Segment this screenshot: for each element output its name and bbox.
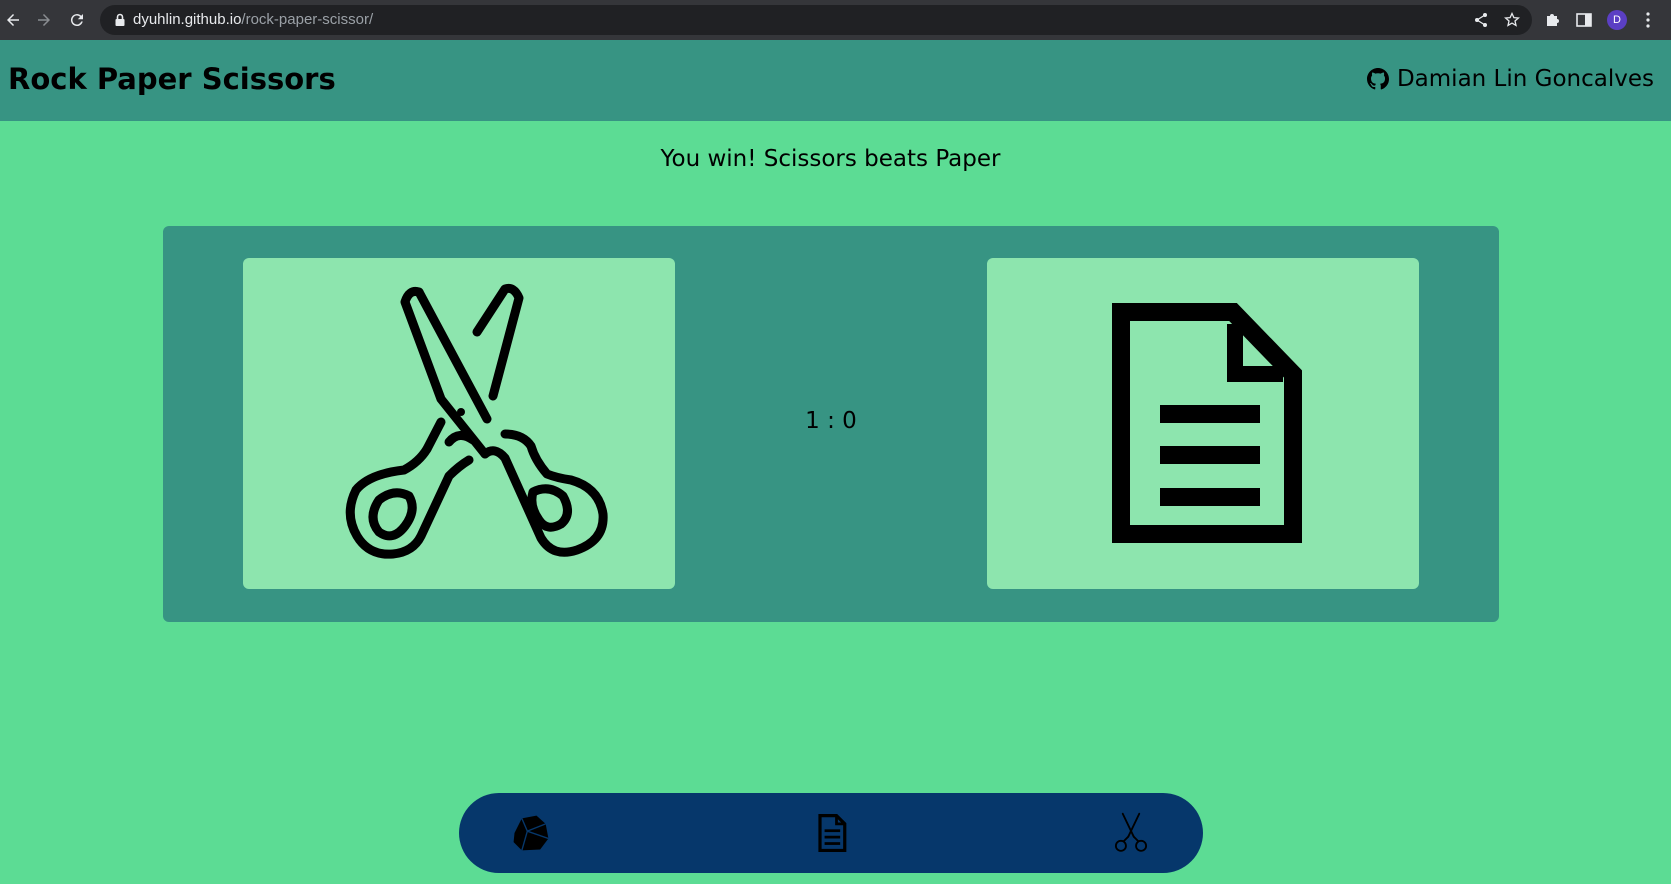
- reload-icon[interactable]: [66, 9, 88, 31]
- page-title: Rock Paper Scissors: [8, 62, 336, 96]
- paper-icon: [1112, 302, 1302, 543]
- menu-icon[interactable]: [1638, 10, 1658, 30]
- url-text: dyuhlin.github.io/rock-paper-scissor/: [133, 11, 374, 28]
- forward-icon[interactable]: [33, 9, 55, 31]
- browser-toolbar: dyuhlin.github.io/rock-paper-scissor/ D: [0, 0, 1671, 40]
- address-bar[interactable]: dyuhlin.github.io/rock-paper-scissor/: [100, 5, 1532, 35]
- author-name: Damian Lin Goncalves: [1396, 66, 1654, 92]
- back-icon[interactable]: [2, 9, 24, 31]
- rock-icon: [513, 815, 549, 851]
- github-icon: [1366, 68, 1389, 90]
- side-panel-icon[interactable]: [1574, 10, 1594, 30]
- author-link[interactable]: Damian Lin Goncalves: [1366, 66, 1654, 92]
- scissors-icon: [1114, 812, 1148, 852]
- choices-bar: [459, 793, 1203, 873]
- scissors-button[interactable]: [1107, 809, 1155, 857]
- share-icon[interactable]: [1473, 12, 1489, 28]
- paper-button[interactable]: [807, 809, 855, 857]
- site-header: Rock Paper Scissors Damian Lin Goncalves: [0, 40, 1671, 121]
- computer-choice-card: [987, 258, 1419, 589]
- profile-avatar[interactable]: D: [1607, 10, 1627, 30]
- extensions-icon[interactable]: [1543, 10, 1563, 30]
- star-icon[interactable]: [1504, 12, 1520, 28]
- result-message: You win! Scissors beats Paper: [660, 146, 1001, 172]
- lock-icon: [115, 13, 125, 26]
- game-board: 1 : 0: [163, 226, 1499, 622]
- rock-button[interactable]: [507, 809, 555, 857]
- paper-icon: [818, 813, 847, 853]
